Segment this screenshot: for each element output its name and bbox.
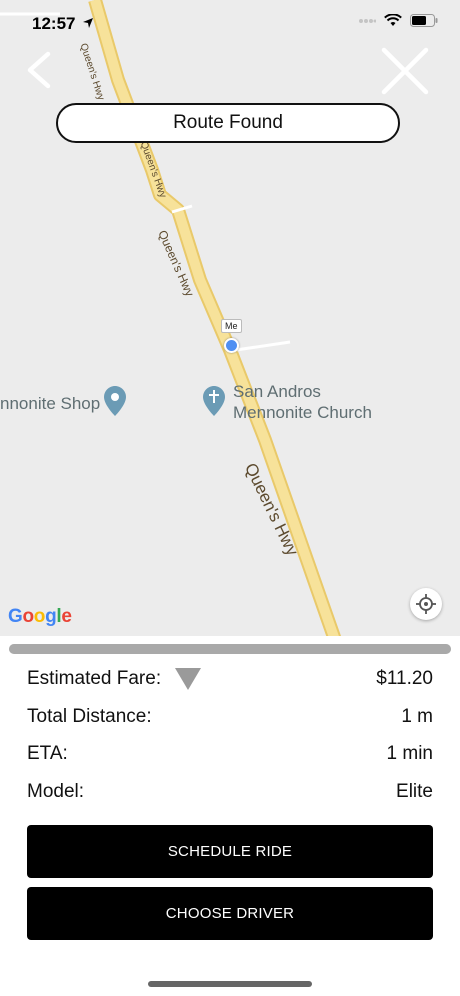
route-progress-fill [9,644,451,654]
model-row: Model: Elite [27,777,433,807]
poi-label-line: San Andros [233,382,321,401]
schedule-ride-label: SCHEDULE RIDE [167,843,293,860]
status-time: 12:57 [32,14,94,34]
my-location-button[interactable] [410,588,442,620]
poi-label: nnonite Shop [0,394,101,413]
location-arrow-icon [83,18,94,28]
route-status-banner: Route Found [56,103,400,143]
choose-driver-button[interactable]: CHOOSE DRIVER [27,887,433,940]
poi-label-line: Mennonite Church [233,403,372,422]
google-logo: Google [8,606,72,627]
route-progress-bar [9,644,451,654]
user-location-dot [224,338,239,353]
map-view[interactable]: Queen's Hwy Queen's Hwy Queen's Hwy Quee… [0,0,460,640]
eta-label: ETA: [27,743,68,764]
fare-dropdown-icon[interactable] [175,668,202,690]
side-road [235,340,291,352]
eta-value: 1 min [386,743,433,764]
estimated-fare-value: $11.20 [376,668,433,689]
close-icon[interactable] [380,46,430,96]
poi-label-church: San Andros Mennonite Church [233,381,372,423]
choose-driver-label: CHOOSE DRIVER [165,905,295,922]
home-indicator[interactable] [148,981,312,987]
status-time-text: 12:57 [32,14,76,33]
estimated-fare-label: Estimated Fare: [27,668,162,689]
total-distance-row: Total Distance: 1 m [27,702,433,732]
total-distance-label: Total Distance: [27,706,152,727]
schedule-ride-button[interactable]: SCHEDULE RIDE [27,825,433,878]
estimated-fare-row: Estimated Fare: $11.20 [27,664,433,694]
status-icons [358,14,438,27]
trip-details-sheet: Estimated Fare: $11.20 Total Distance: 1… [0,636,460,996]
model-value: Elite [396,781,433,802]
wifi-icon [384,14,402,26]
model-label: Model: [27,781,85,802]
back-chevron-icon[interactable] [24,50,54,90]
crosshair-icon [416,594,436,614]
church-pin-icon[interactable] [203,386,225,416]
battery-icon [410,14,438,27]
map-pin-icon[interactable] [104,386,126,416]
user-marker-label: Me [221,319,242,333]
signal-dots-icon [359,19,376,23]
total-distance-value: 1 m [401,706,433,727]
eta-row: ETA: 1 min [27,739,433,769]
route-status-text: Route Found [173,112,283,133]
